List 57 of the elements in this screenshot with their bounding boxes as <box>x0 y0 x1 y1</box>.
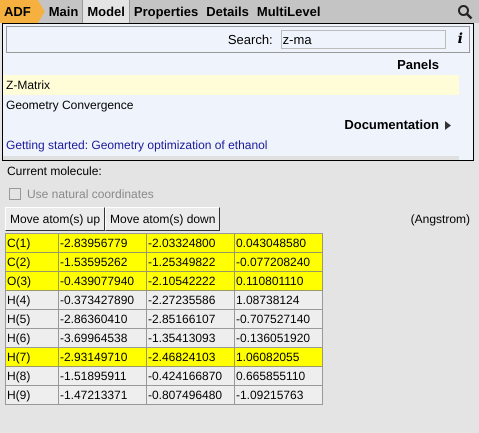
table-cell: -1.51895911 <box>59 367 147 386</box>
table-cell: -0.807496480 <box>147 386 235 405</box>
table-cell: -1.25349822 <box>147 253 235 272</box>
table-cell: -0.707527140 <box>235 310 323 329</box>
table-cell: -2.85166107 <box>147 310 235 329</box>
table-cell: H(4) <box>6 291 59 310</box>
menu-tab[interactable]: Details <box>202 0 253 23</box>
table-cell: -3.69964538 <box>59 329 147 348</box>
table-cell: H(7) <box>6 348 59 367</box>
logo-tab[interactable]: ADF <box>0 0 45 23</box>
info-icon[interactable]: i <box>458 29 463 50</box>
table-cell: 1.08738124 <box>235 291 323 310</box>
table-cell: 0.043048580 <box>235 234 323 253</box>
table-cell: -1.09215763 <box>235 386 323 405</box>
table-cell: 1.06082055 <box>235 348 323 367</box>
table-cell: 0.665855110 <box>235 367 323 386</box>
menu-tab[interactable]: Properties <box>130 0 202 23</box>
table-cell: -1.47213371 <box>59 386 147 405</box>
menu-tab[interactable]: Main <box>44 0 82 23</box>
section-heading: Documentation <box>344 116 439 134</box>
table-cell: 0.110801110 <box>235 272 323 291</box>
section-heading: Panels <box>397 56 439 74</box>
table-cell: -2.03324800 <box>147 234 235 253</box>
table-cell: H(6) <box>6 329 59 348</box>
table-cell: -2.27235586 <box>147 291 235 310</box>
table-cell: -1.35413093 <box>147 329 235 348</box>
search-label: Search: <box>228 30 273 49</box>
table-cell: H(8) <box>6 367 59 386</box>
table-cell: O(3) <box>6 272 59 291</box>
table-cell: C(1) <box>6 234 59 253</box>
current-molecule-label: Current molecule: <box>7 163 103 179</box>
panel-result-item[interactable]: Geometry Convergence <box>3 95 459 115</box>
table-cell: H(5) <box>6 310 59 329</box>
expand-arrow-icon[interactable] <box>445 120 451 130</box>
panel-result-item[interactable]: Z-Matrix <box>3 75 459 95</box>
table-cell: -2.93149710 <box>59 348 147 367</box>
table-cell: H(9) <box>6 386 59 405</box>
search-icon[interactable] <box>457 4 473 20</box>
table-cell: C(2) <box>6 253 59 272</box>
documentation-link[interactable]: Getting started: Geometry optimization of ethanol <box>3 135 459 155</box>
table-cell: -2.10542222 <box>147 272 235 291</box>
menu-tab[interactable]: Model <box>82 0 130 23</box>
table-cell: -2.86360410 <box>59 310 147 329</box>
table-cell: -0.077208240 <box>235 253 323 272</box>
table-cell: -2.46824103 <box>147 348 235 367</box>
table-cell: -0.373427890 <box>59 291 147 310</box>
units-label: (Angstrom) <box>410 211 470 228</box>
table-cell: -2.83956779 <box>59 234 147 253</box>
move-button[interactable]: Move atom(s) down <box>105 207 220 231</box>
table-cell: -0.424166870 <box>147 367 235 386</box>
checkbox-label: Use natural coordinates <box>27 186 154 203</box>
menu-tab[interactable]: MultiLevel <box>252 0 324 23</box>
search-field[interactable]: z-ma <box>280 30 446 49</box>
table-cell: -1.53595262 <box>59 253 147 272</box>
table-cell: -0.439077940 <box>59 272 147 291</box>
move-button[interactable]: Move atom(s) up <box>5 207 106 231</box>
table-cell: -0.136051920 <box>235 329 323 348</box>
